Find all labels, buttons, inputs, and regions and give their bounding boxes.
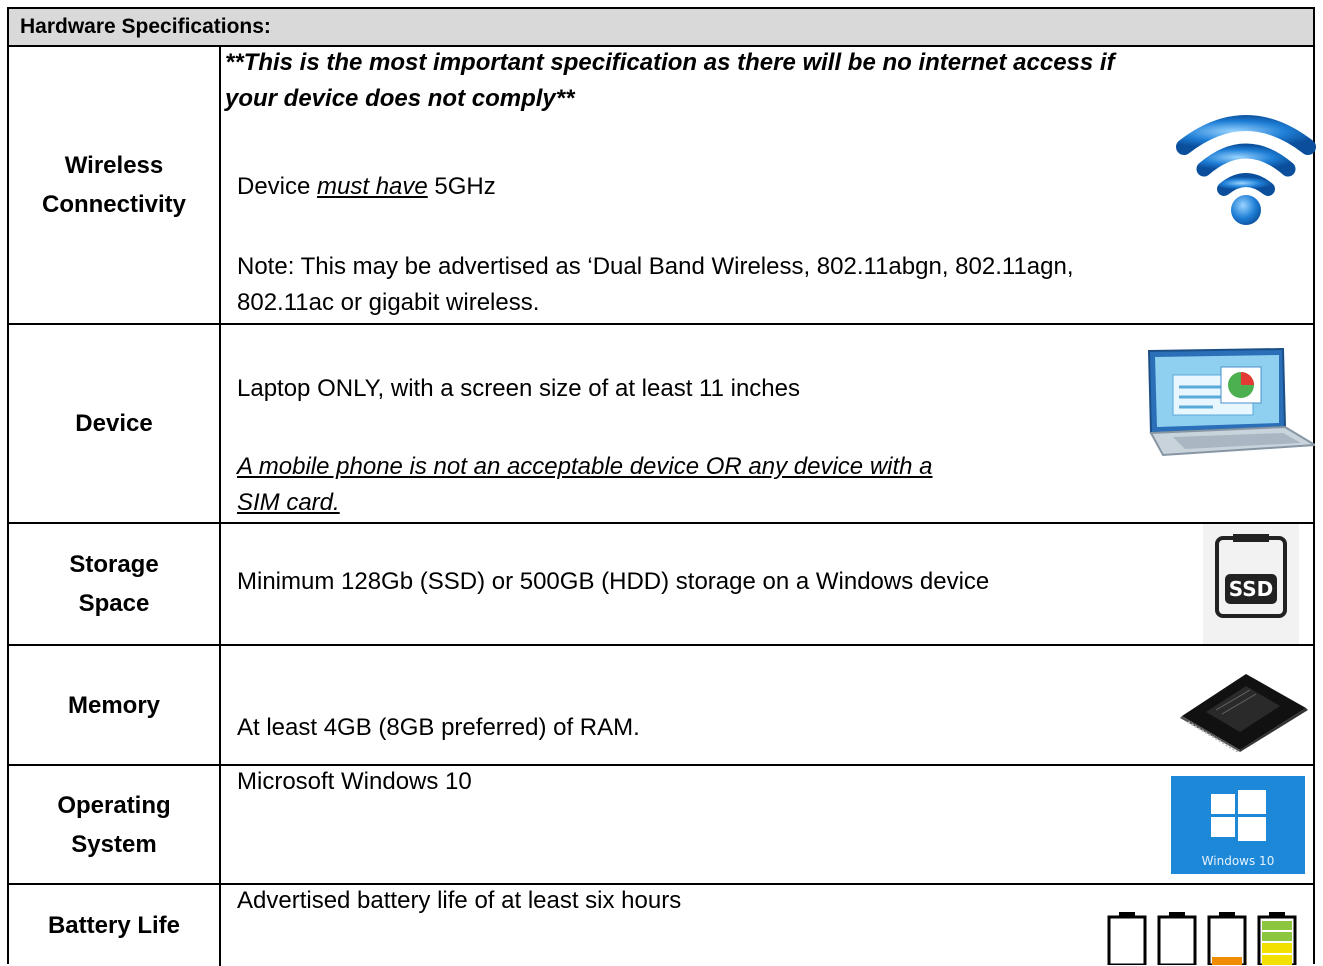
table-title: Hardware Specifications: [20, 15, 271, 38]
row-content-storage: Minimum 128Gb (SSD) or 500GB (HDD) stora… [221, 524, 1313, 644]
label-line: Battery Life [47, 912, 181, 939]
row-label-storage: Storage Space [9, 524, 221, 644]
label-line: Device [75, 410, 153, 437]
memory-chip-icon [1180, 674, 1308, 752]
spec-row-battery: Battery Life Advertised battery life of … [9, 885, 1313, 966]
battery-requirement: Advertised battery life of at least six … [237, 887, 682, 914]
requirement-prefix: Device [237, 173, 318, 200]
table-header: Hardware Specifications: [9, 9, 1313, 47]
device-warning-line1: A mobile phone is not an acceptable devi… [237, 453, 933, 480]
ssd-icon: SSD [1203, 524, 1299, 644]
spec-row-device: Device Laptop ONLY, with a screen size o… [9, 325, 1315, 524]
spec-row-memory: Memory At least 4GB (8GB preferred) of R… [9, 646, 1313, 766]
spec-row-wireless: Wireless Connectivity **This is the most… [9, 47, 1316, 325]
label-line: Wireless [64, 152, 164, 179]
label-line: System [71, 830, 157, 858]
row-content-device: Laptop ONLY, with a screen size of at le… [221, 325, 1315, 522]
requirement-emphasis: must have [317, 173, 428, 200]
device-warning-line2: SIM card. [237, 489, 340, 516]
wifi-icon [1176, 115, 1316, 225]
row-label-os: Operating System [9, 766, 221, 883]
row-label-device: Device [9, 325, 221, 522]
row-content-battery: Advertised battery life of at least six … [221, 885, 1313, 966]
spec-row-storage: Storage Space Minimum 128Gb (SSD) or 500… [9, 524, 1313, 646]
row-content-wireless: **This is the most important specificati… [221, 47, 1316, 323]
storage-requirement: Minimum 128Gb (SSD) or 500GB (HDD) stora… [237, 568, 990, 595]
row-label-battery: Battery Life [9, 885, 221, 966]
important-notice-line1: **This is the most important specificati… [225, 49, 1115, 76]
row-label-wireless: Wireless Connectivity [9, 47, 221, 323]
requirement-suffix: 5GHz [427, 173, 496, 200]
windows-logo-caption: Windows 10 [1201, 854, 1275, 868]
note-line1: Note: This may be advertised as ‘Dual Ba… [237, 253, 1074, 280]
device-requirement: Laptop ONLY, with a screen size of at le… [237, 375, 800, 402]
os-requirement: Microsoft Windows 10 [237, 768, 472, 795]
windows-logo-icon: Windows 10 [1171, 776, 1305, 874]
label-line: Connectivity [41, 191, 187, 218]
row-label-memory: Memory [9, 646, 221, 764]
laptop-icon [1147, 347, 1315, 457]
important-notice-line2: your device does not comply** [225, 85, 575, 112]
row-content-memory: At least 4GB (8GB preferred) of RAM. [221, 646, 1313, 764]
memory-requirement: At least 4GB (8GB preferred) of RAM. [237, 714, 640, 741]
spec-row-os: Operating System Microsoft Windows 10 Wi… [9, 766, 1313, 885]
ssd-icon-label: SSD [1225, 574, 1277, 604]
note-line2: 802.11ac or gigabit wireless. [237, 289, 540, 316]
label-line: Operating [57, 791, 171, 819]
label-line: Space [78, 590, 150, 617]
label-line: Storage [69, 551, 159, 578]
battery-levels-icon [1107, 912, 1297, 965]
requirement-text: Device must have 5GHz [237, 173, 496, 201]
row-content-os: Microsoft Windows 10 Windows 10 [221, 766, 1313, 883]
label-line: Memory [67, 691, 161, 719]
hardware-spec-table: Hardware Specifications: Wireless Connec… [7, 7, 1316, 966]
